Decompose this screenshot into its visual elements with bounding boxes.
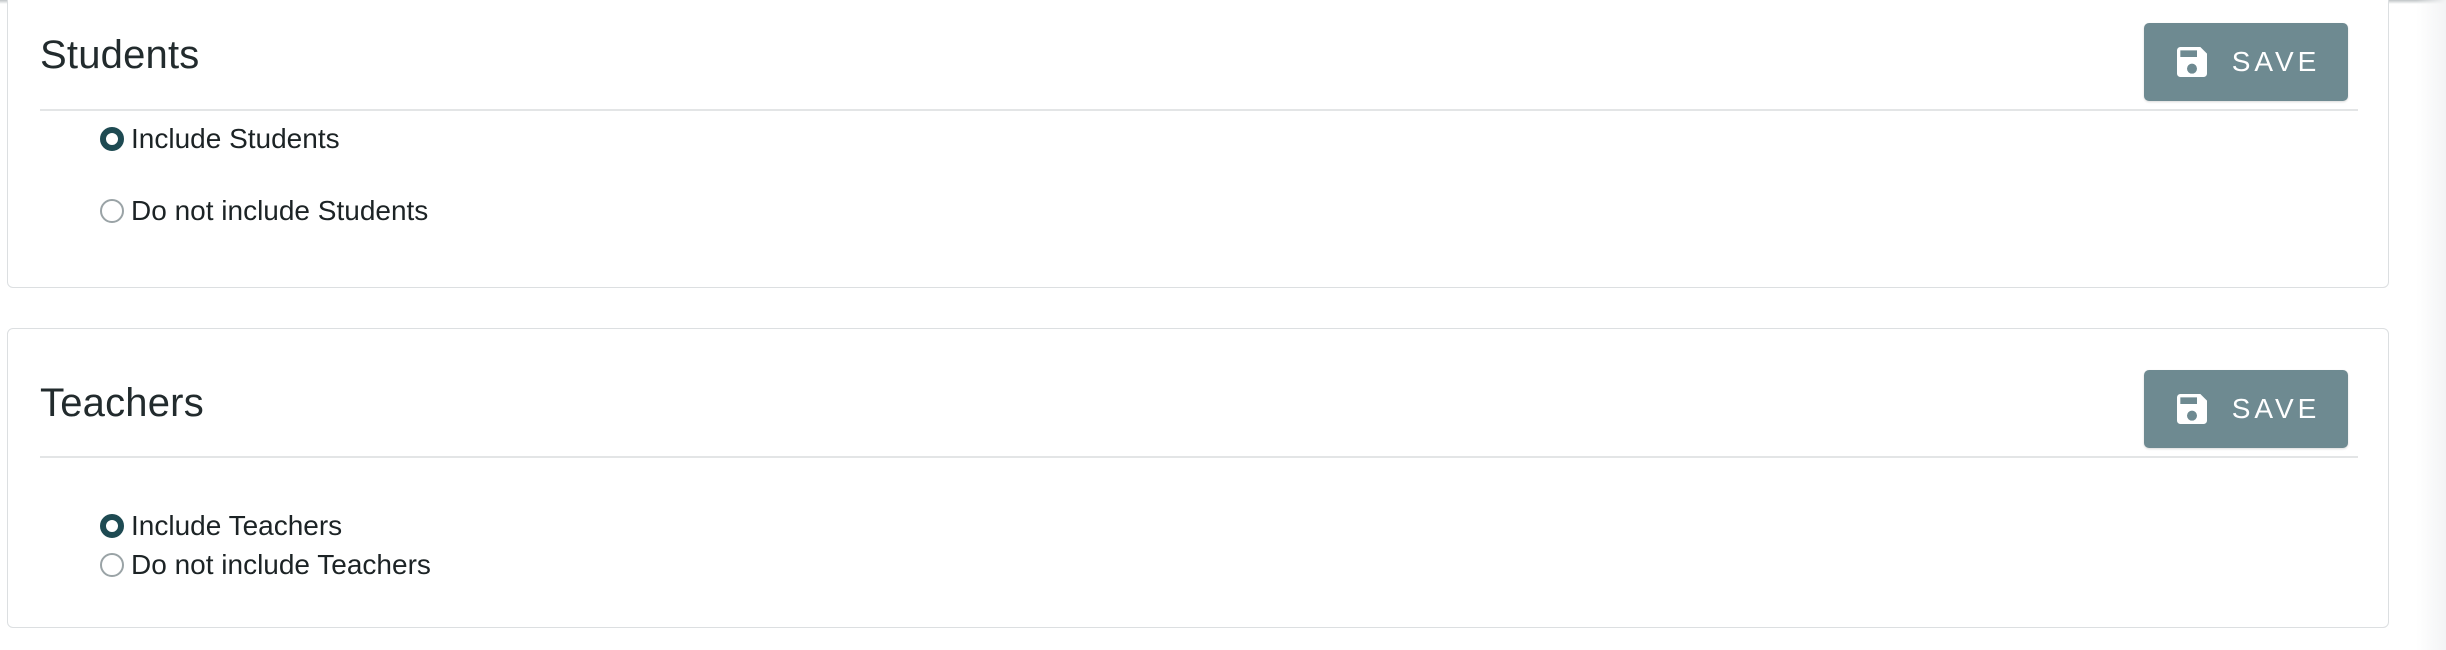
- exclude-students-option[interactable]: Do not include Students: [100, 195, 428, 227]
- students-save-button[interactable]: SAVE: [2144, 23, 2348, 101]
- teachers-title: Teachers: [40, 381, 204, 425]
- include-teachers-label: Include Teachers: [131, 510, 343, 541]
- exclude-teachers-label: Do not include Teachers: [131, 549, 431, 580]
- include-students-radio[interactable]: [100, 127, 124, 151]
- exclude-teachers-radio[interactable]: [100, 553, 124, 577]
- include-teachers-radio[interactable]: [100, 514, 124, 538]
- include-students-label: Include Students: [131, 123, 340, 154]
- right-edge-shade: [2416, 0, 2446, 650]
- students-card: Students SAVE Include Students Do not in…: [7, 0, 2389, 288]
- floppy-disk-icon: [2172, 389, 2212, 429]
- exclude-teachers-option[interactable]: Do not include Teachers: [100, 549, 431, 581]
- students-divider: [40, 109, 2358, 111]
- exclude-students-label: Do not include Students: [131, 195, 429, 226]
- teachers-divider: [40, 456, 2358, 458]
- teachers-save-label: SAVE: [2231, 393, 2321, 424]
- exclude-students-radio[interactable]: [100, 199, 124, 223]
- teachers-save-button[interactable]: SAVE: [2144, 370, 2348, 448]
- students-save-label: SAVE: [2231, 46, 2321, 77]
- students-title: Students: [40, 33, 200, 77]
- include-students-option[interactable]: Include Students: [100, 123, 340, 155]
- teachers-card: Teachers SAVE Include Teachers Do not in…: [7, 328, 2389, 628]
- include-teachers-option[interactable]: Include Teachers: [100, 510, 342, 542]
- floppy-disk-icon: [2172, 42, 2212, 82]
